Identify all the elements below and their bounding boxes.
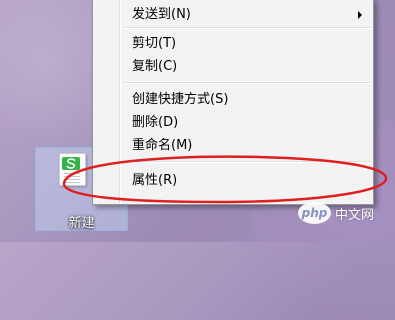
watermark-text: 中文网 bbox=[335, 207, 375, 223]
submenu-arrow-icon bbox=[358, 11, 362, 19]
menu-item-label: 发送到(N) bbox=[132, 7, 191, 22]
menu-item-rename[interactable]: 重命名(M) bbox=[95, 135, 371, 157]
menu-item-copy[interactable]: 复制(C) bbox=[95, 56, 371, 78]
menu-item-label: 重命名(M) bbox=[132, 138, 193, 153]
desktop-file-label: 新建 bbox=[68, 216, 95, 231]
menu-item-label: 复制(C) bbox=[132, 59, 178, 74]
menu-item-send-to[interactable]: 发送到(N) bbox=[95, 4, 371, 26]
menu-item-properties[interactable]: 属性(R) bbox=[95, 170, 371, 192]
document-lines bbox=[64, 173, 80, 183]
php-watermark: php 中文网 bbox=[298, 202, 374, 224]
menu-item-delete[interactable]: 删除(D) bbox=[95, 112, 371, 134]
menu-item-label: 创建快捷方式(S) bbox=[132, 92, 229, 107]
menu-item-create-shortcut[interactable]: 创建快捷方式(S) bbox=[95, 89, 371, 111]
menu-item-label: 属性(R) bbox=[132, 173, 178, 188]
context-menu: 发送到(N) 剪切(T) 复制(C) 创建快捷方式(S) 删除(D) 重命名(M… bbox=[92, 0, 374, 205]
menu-item-label: 删除(D) bbox=[132, 115, 179, 130]
menu-separator bbox=[123, 82, 371, 84]
php-logo-icon: php bbox=[298, 202, 331, 224]
menu-separator bbox=[123, 27, 371, 29]
menu-item-cut[interactable]: 剪切(T) bbox=[95, 33, 371, 55]
document-s-icon bbox=[59, 153, 86, 186]
menu-separator bbox=[123, 161, 371, 163]
s-badge-icon bbox=[62, 157, 80, 170]
menu-item-label: 剪切(T) bbox=[132, 36, 177, 51]
